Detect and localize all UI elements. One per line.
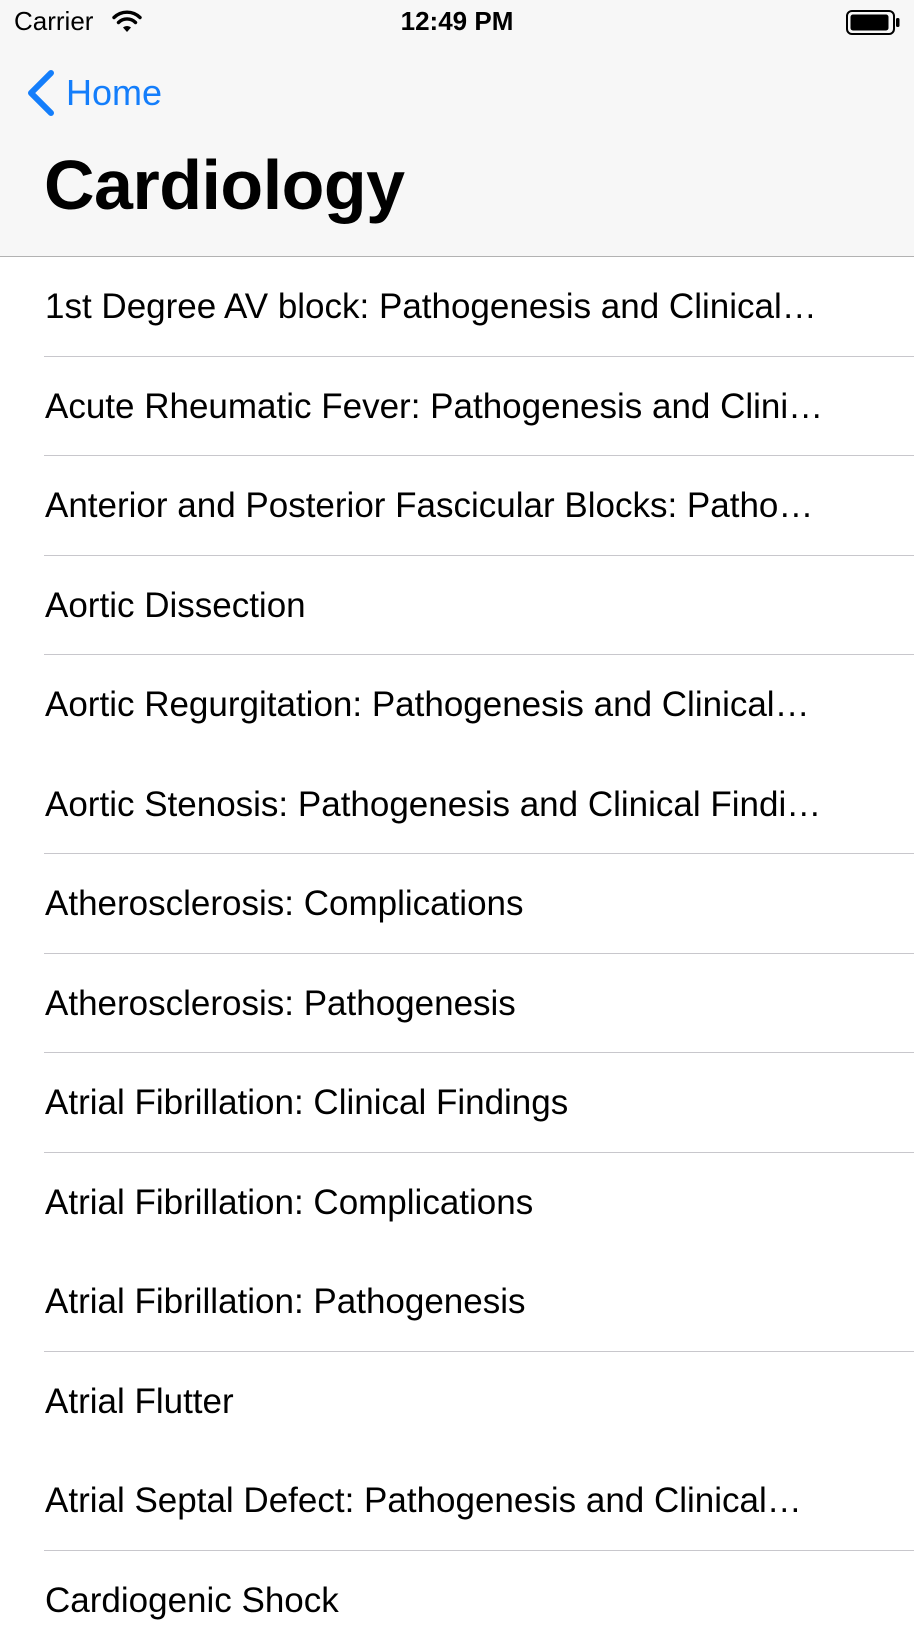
- back-button-label: Home: [66, 72, 162, 114]
- list-item-label: Atherosclerosis: Pathogenesis: [45, 954, 875, 1053]
- list-item-label: Cardiogenic Shock: [45, 1551, 875, 1650]
- chevron-left-icon: [26, 69, 56, 117]
- list-item[interactable]: Aortic Regurgitation: Pathogenesis and C…: [0, 655, 914, 755]
- list-item-label: Atrial Fibrillation: Complications: [45, 1153, 875, 1252]
- list-item[interactable]: Aortic Stenosis: Pathogenesis and Clinic…: [0, 755, 914, 855]
- list-item[interactable]: Atherosclerosis: Pathogenesis: [0, 954, 914, 1054]
- list-item-label: 1st Degree AV block: Pathogenesis and Cl…: [45, 257, 875, 356]
- list-item[interactable]: 1st Degree AV block: Pathogenesis and Cl…: [0, 257, 914, 357]
- navigation-header: Carrier 12:49 PM Home Cardiology: [0, 0, 914, 257]
- list-item[interactable]: Anterior and Posterior Fascicular Blocks…: [0, 456, 914, 556]
- list-item[interactable]: Atrial Fibrillation: Clinical Findings: [0, 1053, 914, 1153]
- list-item-label: Anterior and Posterior Fascicular Blocks…: [45, 456, 875, 555]
- list-item[interactable]: Aortic Dissection: [0, 556, 914, 656]
- list-item-label: Atrial Septal Defect: Pathogenesis and C…: [45, 1451, 875, 1550]
- list-item-label: Atrial Flutter: [45, 1352, 875, 1451]
- list-item[interactable]: Atrial Septal Defect: Pathogenesis and C…: [0, 1451, 914, 1551]
- topic-list: 1st Degree AV block: Pathogenesis and Cl…: [0, 257, 914, 1650]
- list-item-label: Aortic Dissection: [45, 556, 875, 655]
- list-item[interactable]: Atrial Fibrillation: Pathogenesis: [0, 1252, 914, 1352]
- page-title: Cardiology: [44, 150, 405, 220]
- status-time: 12:49 PM: [0, 6, 914, 37]
- list-item-label: Acute Rheumatic Fever: Pathogenesis and …: [45, 357, 875, 456]
- list-item-label: Atrial Fibrillation: Clinical Findings: [45, 1053, 875, 1152]
- list-item[interactable]: Atherosclerosis: Complications: [0, 854, 914, 954]
- list-item[interactable]: Atrial Fibrillation: Complications: [0, 1153, 914, 1253]
- list-item-label: Aortic Stenosis: Pathogenesis and Clinic…: [45, 755, 875, 854]
- back-button[interactable]: Home: [26, 68, 162, 118]
- list-item[interactable]: Acute Rheumatic Fever: Pathogenesis and …: [0, 357, 914, 457]
- status-bar: Carrier 12:49 PM: [0, 0, 914, 44]
- list-item[interactable]: Atrial Flutter: [0, 1352, 914, 1452]
- battery-icon: [846, 10, 900, 35]
- list-item-label: Atherosclerosis: Complications: [45, 854, 875, 953]
- list-item-label: Aortic Regurgitation: Pathogenesis and C…: [45, 655, 875, 754]
- list-item-label: Atrial Fibrillation: Pathogenesis: [45, 1252, 875, 1351]
- list-item[interactable]: Cardiogenic Shock: [0, 1551, 914, 1650]
